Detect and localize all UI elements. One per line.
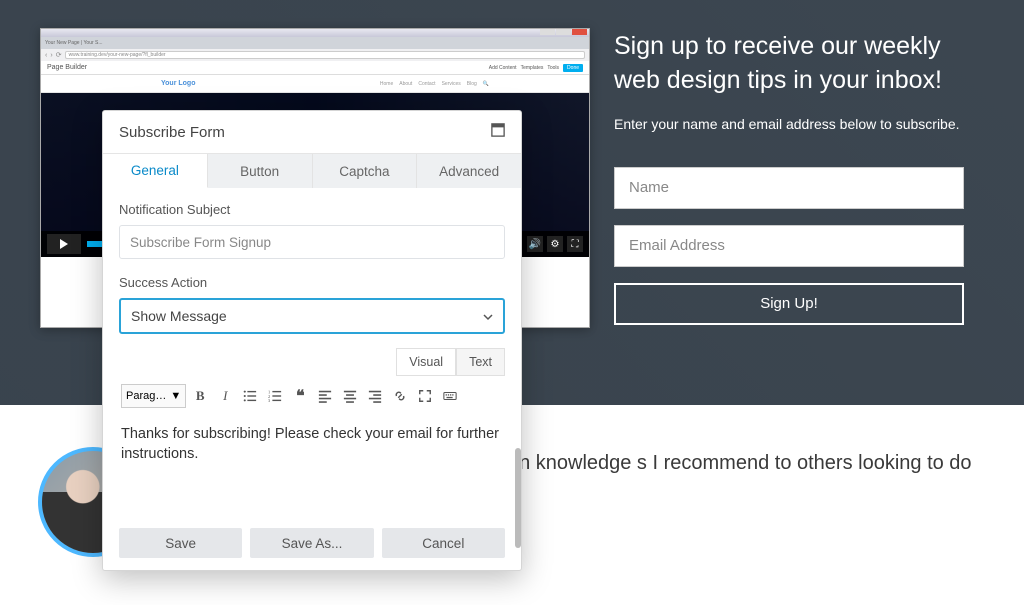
close-window-button[interactable] [572,29,587,35]
address-bar: ‹ › ⟳ www.training.dev/your-new-page/?fl… [41,49,589,61]
signup-subtitle: Enter your name and email address below … [614,116,974,132]
link-button[interactable] [389,385,411,407]
site-nav: Home About Contact Services Blog 🔍 [380,81,489,87]
keyboard-button[interactable] [439,385,461,407]
signup-button[interactable]: Sign Up! [614,283,964,325]
bold-button[interactable]: B [189,385,211,407]
maximize-button[interactable] [556,29,571,35]
tools-button[interactable]: Tools [547,65,559,71]
volume-icon[interactable]: 🔊 [527,236,543,252]
nav-item[interactable]: Services [442,81,461,87]
settings-icon[interactable]: ⚙ [547,236,563,252]
modal-title: Subscribe Form [119,124,225,141]
message-editor[interactable]: Thanks for subscribing! Please check you… [119,416,505,516]
nav-item[interactable]: Blog [467,81,477,87]
expand-icon[interactable] [491,123,505,141]
paragraph-dropdown[interactable]: Parag…▼ [121,384,186,408]
numbered-list-button[interactable]: 123 [264,385,286,407]
nav-item[interactable]: Contact [418,81,435,87]
caret-down-icon: ▼ [170,390,181,402]
italic-button[interactable]: I [214,385,236,407]
align-right-button[interactable] [364,385,386,407]
email-field[interactable] [614,225,964,267]
window-titlebar [41,29,589,37]
play-icon [60,239,68,249]
tab-captcha[interactable]: Captcha [313,154,418,188]
success-action-select[interactable]: Show Message [119,298,505,334]
bullet-list-button[interactable] [239,385,261,407]
modal-footer: Save Save As... Cancel [103,522,521,570]
nav-forward-icon[interactable]: › [50,52,52,59]
reload-icon[interactable]: ⟳ [56,51,62,59]
tab-button[interactable]: Button [208,154,313,188]
editor-tab-visual[interactable]: Visual [396,348,456,376]
save-as-button[interactable]: Save As... [250,528,373,558]
tab-advanced[interactable]: Advanced [417,154,521,188]
svg-text:3: 3 [268,398,271,403]
tab-general[interactable]: General [103,154,208,188]
editor-tab-text[interactable]: Text [456,348,505,376]
url-input[interactable]: www.training.dev/your-new-page/?fl_build… [65,51,585,59]
scrollbar[interactable] [515,448,521,548]
minimize-button[interactable] [540,29,555,35]
notification-subject-label: Notification Subject [119,202,505,217]
save-button[interactable]: Save [119,528,242,558]
editor-toolbar: Parag…▼ B I 123 ❝ [119,376,505,416]
nav-item[interactable]: Home [380,81,393,87]
add-content-button[interactable]: Add Content [489,65,517,71]
notification-subject-input[interactable] [119,225,505,259]
align-left-button[interactable] [314,385,336,407]
subscribe-form-modal: Subscribe Form General Button Captcha Ad… [102,110,522,571]
fullscreen-icon[interactable]: ⛶ [567,236,583,252]
page-builder-bar: Page Builder Add Content Templates Tools… [41,61,589,75]
modal-tabs: General Button Captcha Advanced [103,153,521,188]
signup-area: Sign up to receive our weekly web design… [614,30,974,325]
nav-item[interactable]: About [399,81,412,87]
cancel-button[interactable]: Cancel [382,528,505,558]
success-action-label: Success Action [119,275,505,290]
signup-title: Sign up to receive our weekly web design… [614,30,974,98]
nav-back-icon[interactable]: ‹ [45,52,47,59]
page-builder-label: Page Builder [47,64,87,71]
site-logo[interactable]: Your Logo [161,80,195,87]
site-header: Your Logo Home About Contact Services Bl… [41,75,589,93]
modal-body: Notification Subject Success Action Show… [103,188,521,522]
editor-mode-tabs: Visual Text [119,348,505,376]
browser-tabs: Your New Page | Your S... [41,37,589,49]
templates-button[interactable]: Templates [521,65,544,71]
align-center-button[interactable] [339,385,361,407]
play-button[interactable] [47,234,81,254]
name-field[interactable] [614,167,964,209]
modal-header: Subscribe Form [103,111,521,153]
blockquote-button[interactable]: ❝ [289,385,311,407]
done-button[interactable]: Done [563,64,583,72]
search-icon[interactable]: 🔍 [483,81,489,87]
fullscreen-editor-button[interactable] [414,385,436,407]
browser-tab[interactable]: Your New Page | Your S... [45,40,103,46]
